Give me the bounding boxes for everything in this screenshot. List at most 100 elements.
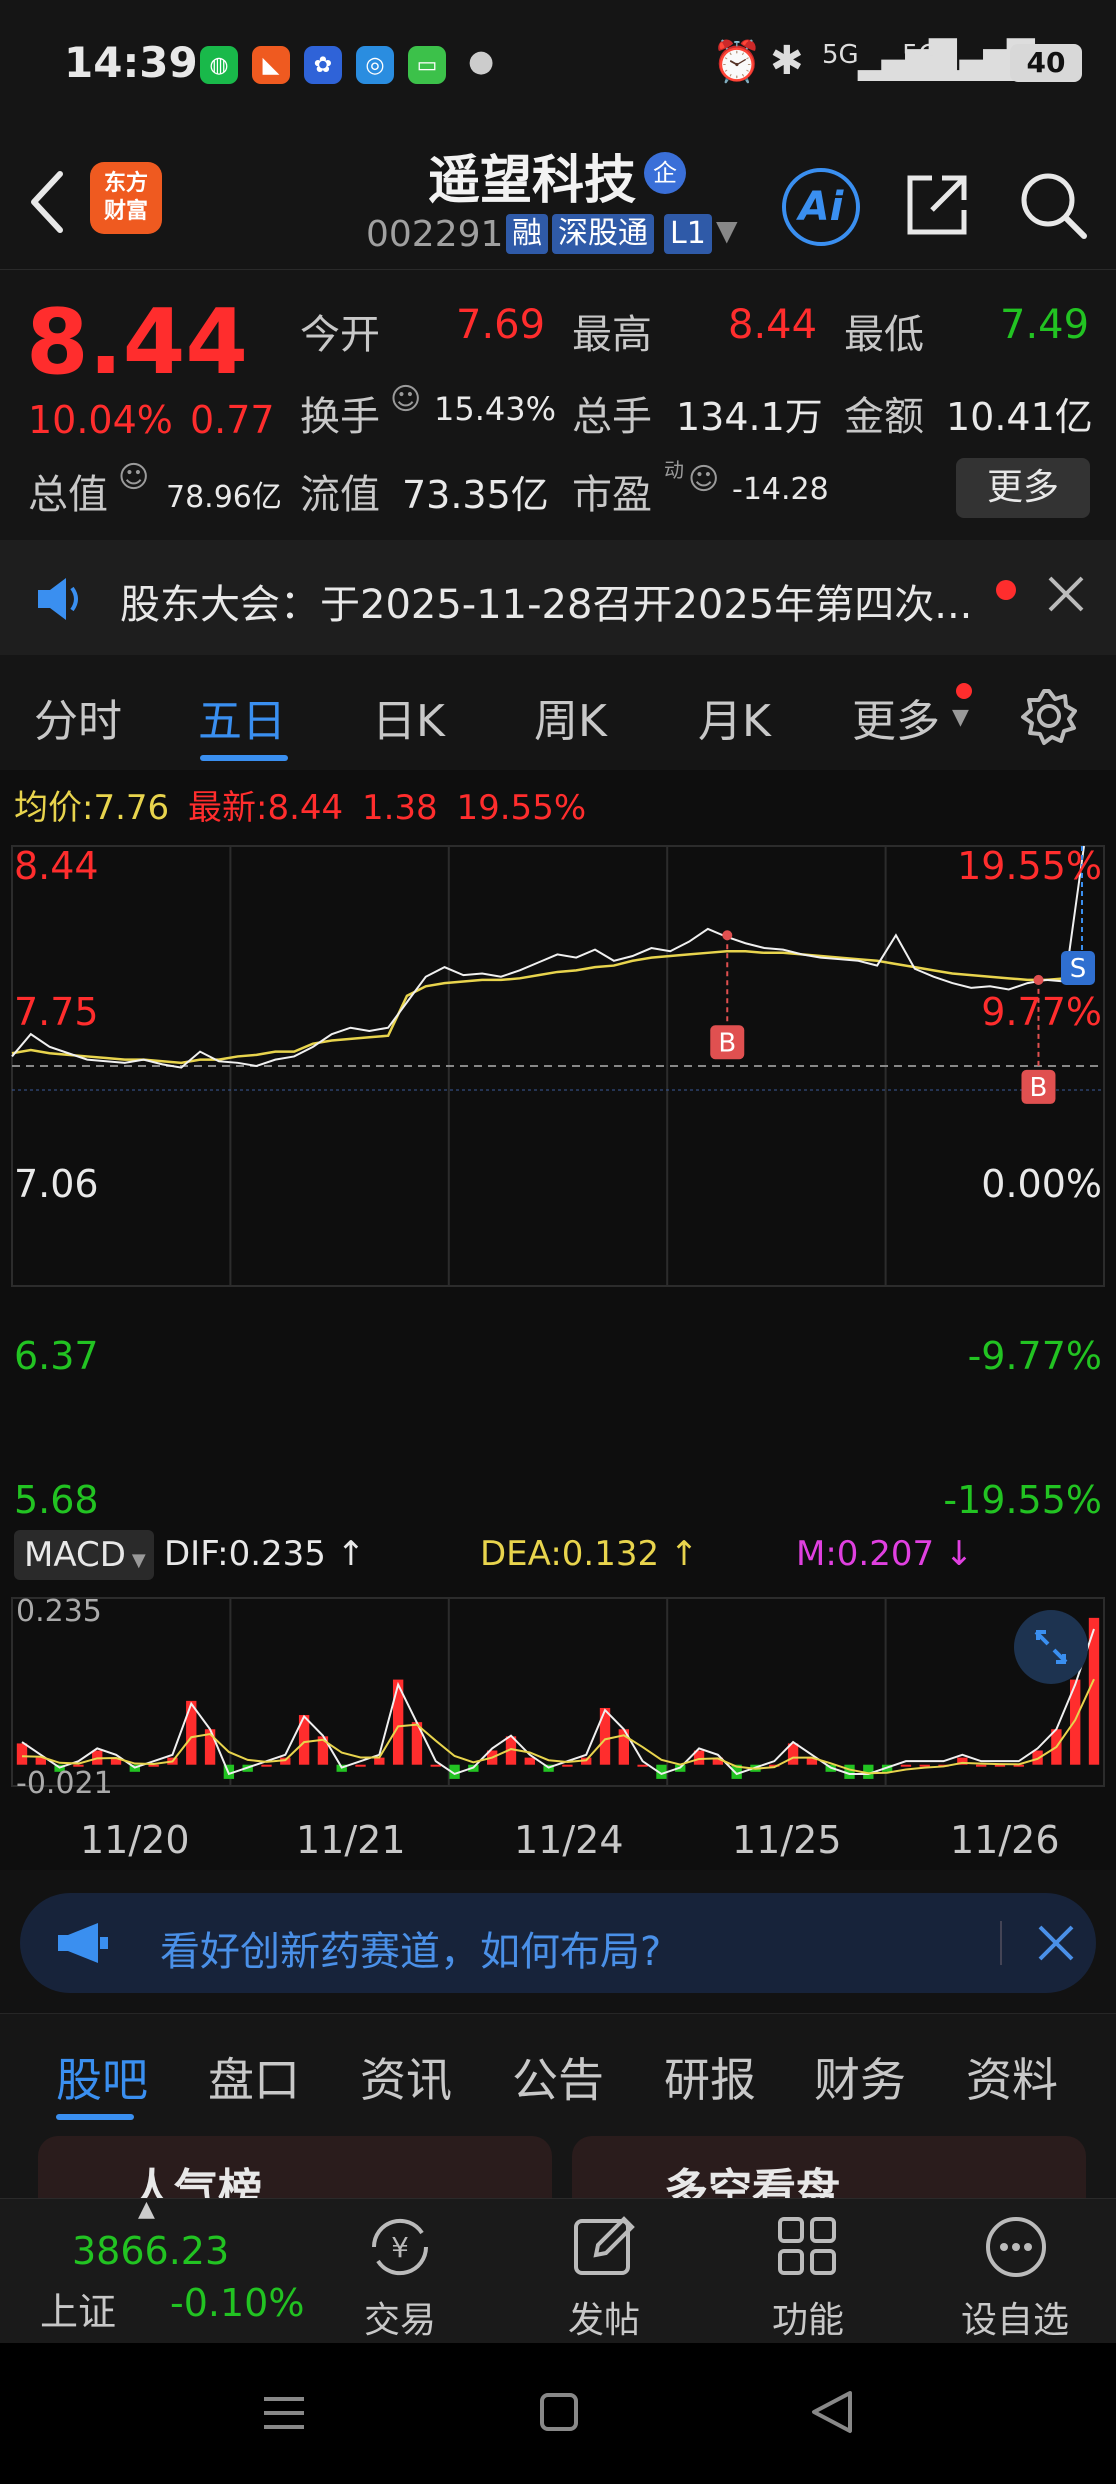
speaker-icon (38, 578, 78, 620)
open-label: 今开 (300, 312, 380, 358)
index-widget[interactable]: ▲ 3866.23 上证 -0.10% (0, 2197, 304, 2344)
nav-post[interactable]: 发帖 (544, 2199, 664, 2344)
signal-1-label: 5G (822, 40, 859, 70)
tab-finance[interactable]: 财务 (814, 2044, 906, 2110)
buy-marker-label: B (718, 1028, 736, 1058)
sell-marker-label: S (1070, 954, 1087, 984)
macd-bar (975, 1764, 987, 1767)
active-tab-indicator (200, 755, 288, 761)
stock-code: 002291 (366, 214, 504, 255)
y-left-tick: 5.68 (14, 1478, 99, 1522)
tab-profile[interactable]: 资料 (966, 2044, 1058, 2110)
info-icon[interactable]: ☺ (390, 382, 421, 417)
tab-five-day[interactable]: 五日 (198, 685, 286, 749)
macd-bar (186, 1700, 197, 1765)
chevron-down-icon[interactable]: ▼ (716, 214, 738, 247)
app-icon: ◣ (252, 46, 290, 84)
bottom-nav: ▲ 3866.23 上证 -0.10% ¥ 交易 发帖 功能 设自选 (0, 2197, 1116, 2344)
tab-daily-k[interactable]: 日K (372, 685, 445, 749)
info-icon[interactable]: ☺ (688, 462, 719, 497)
more-notifications-icon: ● (468, 44, 495, 79)
latest-pct: 19.55% (456, 788, 587, 828)
bull-bear-card-title: 多空看盘 (664, 2165, 840, 2198)
share-icon[interactable] (902, 170, 972, 240)
ai-button[interactable]: Ai (782, 168, 860, 246)
pe-label: 市盈 (572, 472, 652, 518)
notice-bar[interactable]: 股东大会：于2025-11-28召开2025年第四次... (0, 540, 1116, 655)
nav-trade[interactable]: ¥ 交易 (340, 2199, 460, 2344)
nav-features[interactable]: 功能 (748, 2199, 868, 2344)
tab-research[interactable]: 研报 (664, 2044, 756, 2110)
last-price: 8.44 (26, 290, 249, 395)
nav-trade-label: 交易 (363, 2300, 436, 2341)
message-icon: ▭ (408, 46, 446, 84)
tab-order-book[interactable]: 盘口 (208, 2044, 300, 2110)
x-tick: 11/24 (514, 1818, 624, 1862)
chart-info-line: 均价:7.76 最新:8.44 1.38 19.55% (14, 780, 586, 829)
back-icon[interactable] (26, 170, 66, 234)
settings-gear-icon[interactable] (1018, 685, 1080, 747)
y-right-tick: 0.00% (981, 1162, 1102, 1206)
tab-more[interactable]: 更多 (852, 685, 940, 749)
back-nav-icon[interactable] (810, 2389, 854, 2435)
macd-chart[interactable] (0, 1594, 1116, 1790)
index-name: 上证 (40, 2290, 117, 2334)
close-icon[interactable] (1036, 1923, 1076, 1963)
turnover-label: 换手 (300, 394, 380, 440)
latest-value: 8.44 (267, 788, 344, 828)
mcap-value: 78.96亿 (166, 480, 282, 515)
tab-weekly-k[interactable]: 周K (534, 685, 607, 749)
macd-bar (430, 1764, 441, 1767)
low-value: 7.49 (1000, 302, 1090, 348)
chevron-down-icon: ▼ (952, 705, 969, 730)
y-right-tick: 19.55% (957, 844, 1102, 888)
indicator-select[interactable]: MACD ▼ (14, 1530, 154, 1580)
y-left-tick: 7.75 (14, 990, 99, 1034)
margin-tag: 融 (506, 214, 548, 254)
status-bar: 14:39 ◍ ◣ ✿ ◎ ▭ ● ⏰ ✱ 5G ▂▄▆█ 5G ▂▄▆█ 40 (0, 0, 1116, 130)
nav-features-label: 功能 (771, 2300, 844, 2341)
battery-icon: 40 (1010, 44, 1082, 82)
expand-icon[interactable] (1014, 1610, 1088, 1684)
chart-area[interactable]: 均价:7.76 最新:8.44 1.38 19.55% B B S 8.44 7.7… (0, 770, 1116, 1870)
system-nav-bar (0, 2343, 1116, 2484)
tab-monthly-k[interactable]: 月K (698, 685, 771, 749)
banner-divider (1000, 1921, 1002, 1965)
tab-intraday[interactable]: 分时 (34, 685, 122, 749)
price-chart[interactable]: B B S (0, 836, 1116, 1296)
x-tick: 11/20 (80, 1818, 190, 1862)
index-change: -0.10% (170, 2281, 305, 2325)
grid-icon (778, 2217, 836, 2275)
bluetooth-icon: ✱ (770, 38, 804, 84)
y-left-tick: 7.06 (14, 1162, 99, 1206)
promo-banner[interactable]: 看好创新药赛道，如何布局? (20, 1893, 1096, 1993)
tab-announcements[interactable]: 公告 (512, 2044, 604, 2110)
chart-period-tabs: 分时 五日 日K 周K 月K 更多 ▼ (0, 655, 1116, 770)
info-icon[interactable]: ☺ (118, 460, 149, 495)
stock-header: 东方 财富 遥望科技 企 002291 融 深股通 L1 ▼ Ai (0, 130, 1116, 270)
macd-bar (637, 1764, 648, 1767)
tab-forum[interactable]: 股吧 (56, 2044, 148, 2110)
popularity-card[interactable]: 人气榜 (38, 2136, 552, 2198)
mcap-label: 总值 (28, 472, 108, 518)
nav-add-watchlist[interactable]: 设自选 (950, 2199, 1080, 2344)
y-right-tick: 9.77% (981, 990, 1102, 1034)
more-button[interactable]: 更多 (956, 458, 1090, 518)
high-label: 最高 (572, 312, 652, 358)
quote-panel: 8.44 10.04% 0.77 今开 7.69 最高 8.44 最低 7.49… (0, 270, 1116, 540)
buy-marker-label: B (1030, 1073, 1048, 1103)
compose-icon (574, 2216, 635, 2275)
macd-bar (374, 1757, 385, 1765)
macd-bottom-label: -0.021 (16, 1766, 113, 1801)
home-icon[interactable] (538, 2391, 580, 2433)
macd-bar (524, 1757, 535, 1765)
bull-bear-card[interactable]: 多空看盘 (572, 2136, 1086, 2198)
menu-icon[interactable] (262, 2393, 306, 2433)
latest-label: 最新: (187, 788, 268, 828)
alarm-icon: ⏰ (712, 39, 762, 85)
enterprise-badge: 企 (644, 152, 686, 194)
search-icon[interactable] (1016, 168, 1090, 242)
notice-text: 股东大会：于2025-11-28召开2025年第四次... (120, 582, 973, 628)
tab-news[interactable]: 资讯 (360, 2044, 452, 2110)
close-icon[interactable] (1046, 574, 1086, 614)
